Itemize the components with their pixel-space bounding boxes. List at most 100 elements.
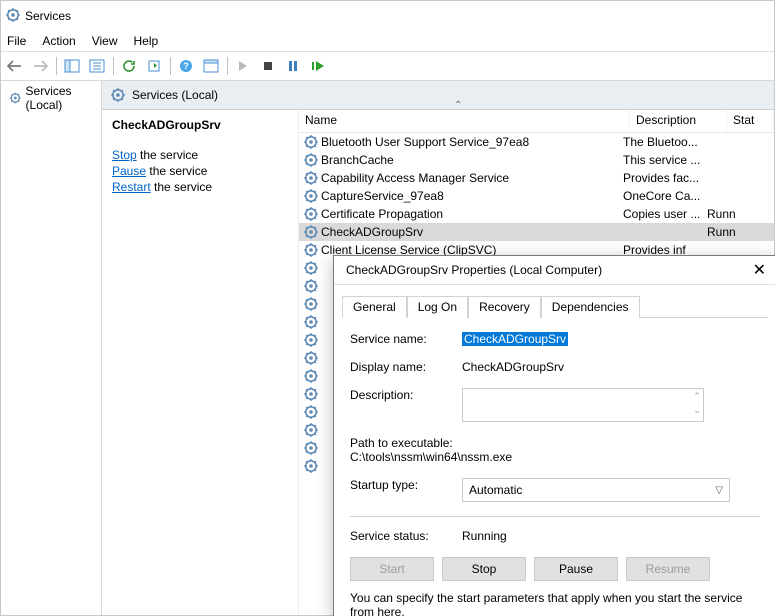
service-icon (303, 386, 319, 402)
dialog-title: CheckADGroupSrv Properties (Local Comput… (346, 263, 602, 277)
svg-text:?: ? (183, 61, 189, 71)
service-icon (303, 404, 319, 420)
service-description-cell: Provides fac... (623, 171, 707, 185)
service-row[interactable]: Bluetooth User Support Service_97ea8The … (299, 133, 774, 151)
pause-service-button[interactable] (281, 54, 305, 78)
service-icon (303, 224, 319, 240)
service-row[interactable]: Certificate PropagationCopies user ...Ru… (299, 205, 774, 223)
tab-panel-general: Service name: CheckADGroupSrv Display na… (334, 318, 775, 616)
service-name-cell: CaptureService_97ea8 (303, 188, 623, 204)
dialog-tabs: General Log On Recovery Dependencies (342, 295, 768, 318)
label-startup-type: Startup type: (350, 478, 462, 492)
menubar: File Action View Help (1, 31, 774, 51)
close-button[interactable]: ✕ (753, 260, 766, 280)
service-icon (303, 422, 319, 438)
services-window: Services File Action View Help ? Service… (0, 0, 775, 616)
start-service-button[interactable] (231, 54, 255, 78)
label-description: Description: (350, 388, 462, 402)
window-title: Services (25, 9, 71, 23)
services-app-icon (5, 7, 21, 26)
service-icon (303, 314, 319, 330)
service-row[interactable]: CaptureService_97ea8OneCore Ca... (299, 187, 774, 205)
stop-button[interactable]: Stop (442, 557, 526, 581)
restart-service-button[interactable] (306, 54, 330, 78)
titlebar: Services (1, 1, 774, 31)
tab-logon[interactable]: Log On (407, 296, 468, 318)
service-row[interactable]: BranchCacheThis service ... (299, 151, 774, 169)
forward-button[interactable] (28, 54, 52, 78)
service-icon (303, 296, 319, 312)
menu-help[interactable]: Help (134, 34, 159, 48)
tab-general[interactable]: General (342, 296, 407, 318)
scroll-down-icon[interactable]: ⌄ (691, 403, 703, 417)
tab-recovery[interactable]: Recovery (468, 296, 541, 318)
pause-link[interactable]: Pause (112, 164, 146, 178)
service-icon (303, 332, 319, 348)
service-icon (303, 350, 319, 366)
service-icon (303, 260, 319, 276)
task-stop: Stop the service (112, 148, 288, 162)
export-list-button[interactable] (142, 54, 166, 78)
service-name-cell: BranchCache (303, 152, 623, 168)
service-row[interactable]: Capability Access Manager ServiceProvide… (299, 169, 774, 187)
export-button[interactable] (85, 54, 109, 78)
description-textarea[interactable]: ⌃ ⌄ (462, 388, 704, 422)
tab-dependencies[interactable]: Dependencies (541, 296, 640, 318)
value-service-name[interactable]: CheckADGroupSrv (462, 332, 568, 346)
separator (350, 516, 760, 517)
back-button[interactable] (3, 54, 27, 78)
column-status[interactable]: Stat (727, 110, 774, 132)
label-service-status: Service status: (350, 529, 462, 543)
toolbar-separator (56, 57, 57, 75)
show-hide-tree-button[interactable] (60, 54, 84, 78)
toolbar-separator (170, 57, 171, 75)
start-button[interactable]: Start (350, 557, 434, 581)
menu-view[interactable]: View (92, 34, 118, 48)
toolbar-separator (227, 57, 228, 75)
stop-service-button[interactable] (256, 54, 280, 78)
path-block: Path to executable: C:\tools\nssm\win64\… (350, 436, 760, 464)
task-pause: Pause the service (112, 164, 288, 178)
toolbar-separator (113, 57, 114, 75)
help-button[interactable]: ? (174, 54, 198, 78)
service-row[interactable]: CheckADGroupSrvRunn (299, 223, 774, 241)
label-service-name: Service name: (350, 332, 462, 346)
resume-button[interactable]: Resume (626, 557, 710, 581)
column-description[interactable]: Description (630, 110, 727, 132)
value-path: C:\tools\nssm\win64\nssm.exe (350, 450, 760, 464)
label-path: Path to executable: (350, 436, 760, 450)
startup-type-select[interactable]: Automatic ▽ (462, 478, 730, 502)
task-pane: CheckADGroupSrv Stop the service Pause t… (102, 110, 299, 615)
properties-button[interactable] (199, 54, 223, 78)
dialog-titlebar: CheckADGroupSrv Properties (Local Comput… (334, 256, 775, 285)
refresh-button[interactable] (117, 54, 141, 78)
service-list[interactable]: Bluetooth User Support Service_97ea8The … (299, 133, 774, 259)
service-control-buttons: Start Stop Pause Resume (350, 557, 760, 581)
service-description-cell: This service ... (623, 153, 707, 167)
column-name[interactable]: Name (299, 110, 630, 132)
chevron-down-icon: ▽ (715, 485, 723, 496)
service-name-cell: CheckADGroupSrv (303, 224, 623, 240)
label-display-name: Display name: (350, 360, 462, 374)
service-icon (303, 206, 319, 222)
tree-root-services-local[interactable]: Services (Local) (1, 81, 101, 115)
main-header: Services (Local) (102, 81, 774, 110)
service-description-cell: Copies user ... (623, 207, 707, 221)
service-description-cell: OneCore Ca... (623, 189, 707, 203)
stop-link[interactable]: Stop (112, 148, 137, 162)
tree-root-label: Services (Local) (26, 84, 93, 112)
scroll-up-icon[interactable]: ⌃ (691, 389, 703, 403)
restart-link[interactable]: Restart (112, 180, 151, 194)
service-status-cell: Runn (707, 207, 747, 221)
service-icon (303, 368, 319, 384)
service-icon (303, 170, 319, 186)
menu-file[interactable]: File (7, 34, 26, 48)
service-name-cell: Capability Access Manager Service (303, 170, 623, 186)
pause-button[interactable]: Pause (534, 557, 618, 581)
service-icon (303, 278, 319, 294)
main-header-label: Services (Local) (132, 88, 218, 102)
service-icon (303, 440, 319, 456)
menu-action[interactable]: Action (42, 34, 75, 48)
service-icon (303, 188, 319, 204)
service-icon (303, 458, 319, 474)
